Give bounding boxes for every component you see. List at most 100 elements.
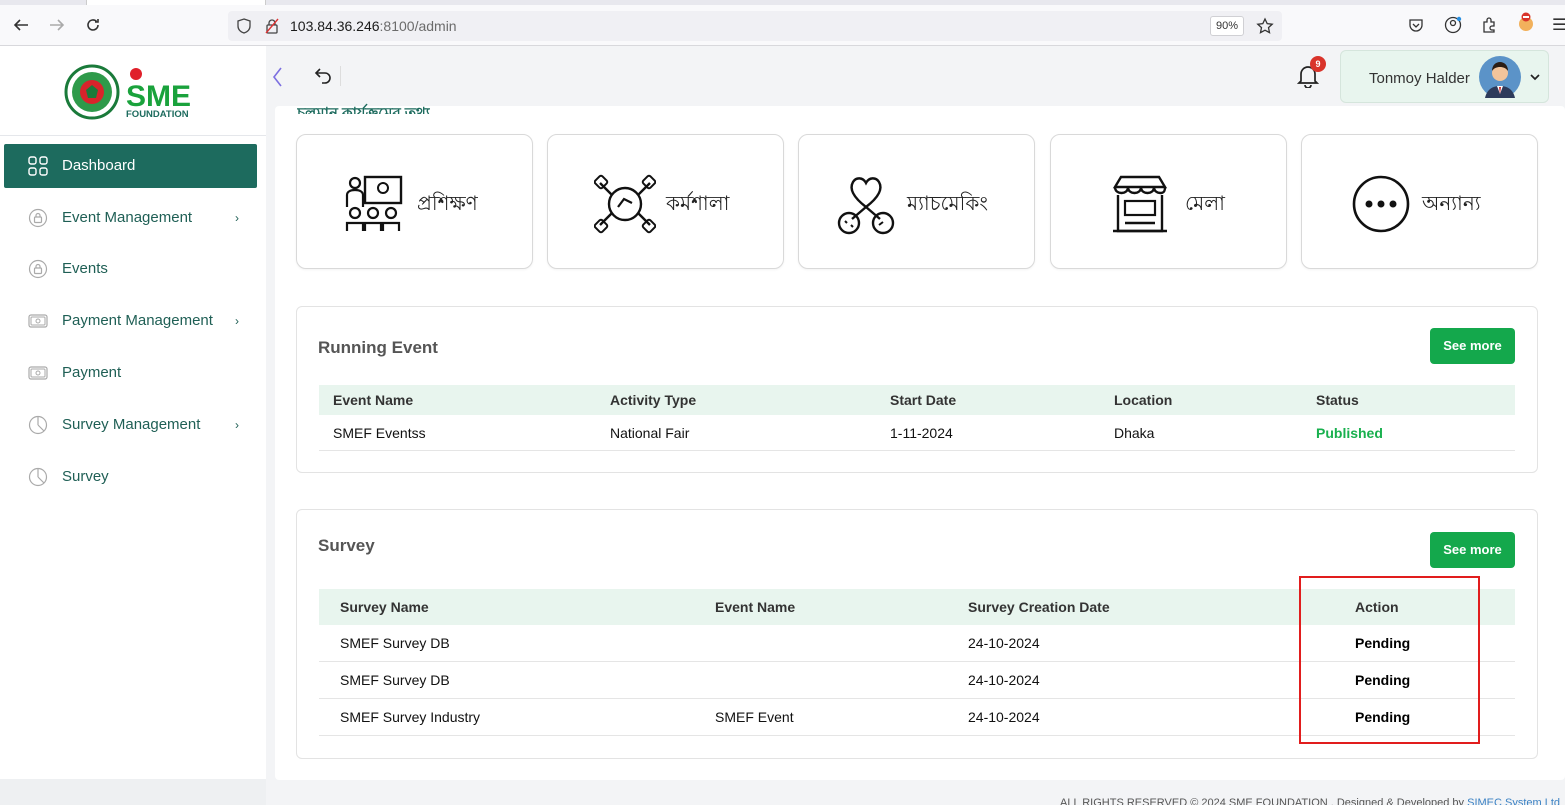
shield-icon[interactable] [236, 18, 252, 34]
column-header: Event Name [333, 392, 414, 408]
sidebar-item-survey[interactable]: Survey [4, 455, 257, 499]
collapse-sidebar-icon[interactable] [270, 66, 284, 88]
action-column-highlight [1299, 576, 1480, 744]
running-event-table-header: Event Name Activity Type Start Date Loca… [319, 385, 1515, 415]
sidebar-item-label: Survey Management [62, 416, 201, 433]
svg-text:FOUNDATION: FOUNDATION [126, 109, 189, 118]
category-label: কর্মশালা [666, 191, 730, 215]
sidebar-item-payment[interactable]: Payment [4, 351, 257, 395]
notification-count-badge: 9 [1310, 56, 1326, 72]
sidebar-item-label: Event Management [62, 209, 193, 226]
training-icon [345, 175, 403, 231]
column-header: Survey Creation Date [968, 599, 1110, 615]
chevron-right-icon: › [235, 418, 239, 432]
cell-survey-name: SMEF Survey DB [340, 635, 450, 651]
sidebar-item-survey-management[interactable]: Survey Management › [4, 403, 257, 447]
column-header: Status [1316, 392, 1359, 408]
chevron-right-icon: › [235, 314, 239, 328]
browser-tab[interactable] [86, 0, 266, 5]
extensions-icon[interactable] [1481, 16, 1498, 33]
cell-event-name: SMEF Eventss [333, 425, 426, 441]
sidebar-item-events[interactable]: Events [4, 247, 257, 291]
sidebar: SME FOUNDATION Dashboard Event Managemen… [0, 46, 266, 805]
user-menu[interactable]: Tonmoy Halder [1340, 50, 1549, 103]
browser-toolbar: 103.84.36.246:8100/admin 90% ☰ [0, 0, 1565, 46]
reload-icon[interactable] [81, 13, 105, 37]
category-card-matchmaking[interactable]: ম্যাচমেকিং [798, 134, 1035, 269]
cell-survey-name: SMEF Survey DB [340, 672, 450, 688]
pie-chart-icon [28, 467, 48, 487]
footer: ALL RIGHTS RESERVED © 2024 SME FOUNDATIO… [1060, 797, 1560, 805]
cell-creation-date: 24-10-2024 [968, 672, 1040, 688]
url-path: :8100/admin [379, 18, 457, 34]
chevron-down-icon [1530, 74, 1540, 81]
cell-location: Dhaka [1114, 425, 1155, 441]
sidebar-footer-strip [0, 779, 266, 805]
cell-start-date: 1-11-2024 [890, 425, 953, 441]
insecure-lock-icon[interactable] [264, 18, 280, 34]
addon-avatar-icon[interactable] [1516, 12, 1536, 34]
survey-see-more-button[interactable]: See more [1430, 532, 1515, 568]
money-icon [28, 314, 48, 328]
sidebar-item-label: Survey [62, 468, 109, 485]
more-dots-icon [1352, 175, 1410, 233]
category-card-training[interactable]: প্রশিক্ষণ [296, 134, 533, 269]
column-header: Start Date [890, 392, 957, 408]
cell-creation-date: 24-10-2024 [968, 635, 1040, 651]
grid-icon [28, 156, 48, 176]
category-label: অন্যান্য [1422, 191, 1481, 215]
workshop-icon [594, 174, 656, 234]
table-row[interactable]: SMEF Eventss National Fair 1-11-2024 Dha… [319, 415, 1515, 451]
pocket-icon[interactable] [1408, 17, 1424, 33]
category-label: মেলা [1185, 191, 1225, 215]
running-event-see-more-button[interactable]: See more [1430, 328, 1515, 364]
category-card-fair[interactable]: মেলা [1050, 134, 1287, 269]
back-arrow-icon[interactable] [9, 13, 33, 37]
section-heading: চলমান কার্যক্রমের তথ্য [297, 105, 431, 114]
bangladesh-govt-seal-icon [64, 64, 120, 120]
running-event-title: Running Event [318, 338, 438, 357]
avatar [1479, 56, 1521, 98]
address-bar[interactable]: 103.84.36.246:8100/admin 90% [228, 11, 1282, 41]
bookmark-star-icon[interactable] [1256, 17, 1274, 35]
sidebar-item-label: Payment [62, 364, 122, 381]
sidebar-item-event-management[interactable]: Event Management › [4, 196, 257, 240]
matchmaking-icon [837, 177, 895, 235]
main-content: চলমান কার্যক্রমের তথ্য প্রশিক্ষণ কর্মশাল… [275, 105, 1565, 780]
sidebar-item-dashboard[interactable]: Dashboard [4, 144, 257, 188]
forward-arrow-icon[interactable] [45, 13, 69, 37]
running-event-panel: Running Event See more Event Name Activi… [296, 306, 1538, 473]
user-name: Tonmoy Halder [1369, 70, 1470, 87]
footer-text: ALL RIGHTS RESERVED © 2024 SME FOUNDATIO… [1060, 797, 1465, 805]
lock-circle-icon [28, 259, 48, 279]
logo-area: SME FOUNDATION [0, 46, 266, 136]
cell-survey-name: SMEF Survey Industry [340, 709, 481, 725]
top-header: 9 Tonmoy Halder [266, 46, 1565, 106]
fair-stall-icon [1112, 175, 1168, 233]
column-header: Activity Type [610, 392, 697, 408]
money-icon [28, 366, 48, 380]
cell-activity-type: National Fair [610, 425, 690, 441]
category-card-workshop[interactable]: কর্মশালা [547, 134, 784, 269]
browser-menu-icon[interactable]: ☰ [1552, 15, 1565, 35]
url-text: 103.84.36.246:8100/admin [290, 18, 457, 34]
tab-strip [0, 0, 1565, 5]
column-header: Survey Name [340, 599, 429, 615]
footer-developer-link[interactable]: SIMEC System Ltd [1467, 797, 1560, 805]
sme-foundation-logo: SME FOUNDATION [126, 68, 191, 118]
undo-icon[interactable] [314, 66, 332, 84]
status-badge: Published [1316, 425, 1383, 441]
column-header: Event Name [715, 599, 796, 615]
url-host: 103.84.36.246 [290, 18, 380, 34]
survey-title: Survey [318, 536, 375, 555]
category-label: ম্যাচমেকিং [907, 191, 988, 215]
pie-chart-icon [28, 415, 48, 435]
divider [340, 66, 341, 86]
zoom-level-badge[interactable]: 90% [1210, 16, 1244, 36]
account-icon[interactable] [1444, 16, 1462, 34]
sidebar-item-payment-management[interactable]: Payment Management › [4, 299, 257, 343]
sidebar-item-label: Dashboard [62, 157, 136, 174]
cell-event-name: SMEF Event [715, 709, 794, 725]
category-label: প্রশিক্ষণ [417, 191, 478, 215]
category-card-others[interactable]: অন্যান্য [1301, 134, 1538, 269]
